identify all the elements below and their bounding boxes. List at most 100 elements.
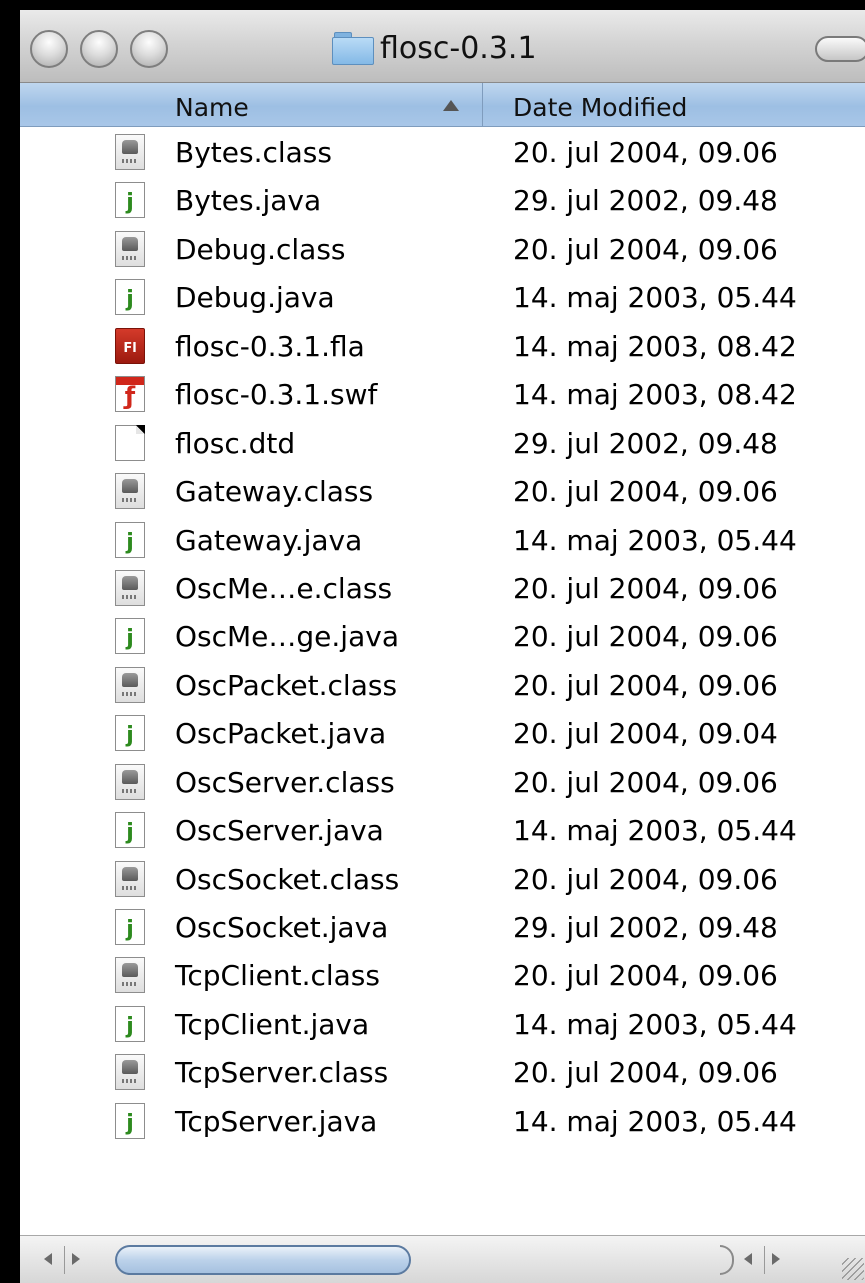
name-column-header[interactable]: Name [175, 93, 249, 122]
file-name[interactable]: TcpClient.class [175, 959, 380, 992]
file-name[interactable]: OscPacket.class [175, 669, 397, 702]
window-title: flosc-0.3.1 [380, 30, 537, 66]
file-name[interactable]: OscPacket.java [175, 717, 386, 750]
file-name[interactable]: OscMe…e.class [175, 572, 392, 605]
java-file-icon: j [115, 279, 145, 316]
file-row[interactable]: Debug.class 20. jul 2004, 09.06 [20, 225, 865, 273]
date-modified-column-header[interactable]: Date Modified [513, 93, 687, 122]
file-row[interactable]: j Gateway.java 14. maj 2003, 05.44 [20, 516, 865, 564]
file-date-modified: 20. jul 2004, 09.06 [513, 668, 778, 702]
class-file-icon [115, 666, 145, 703]
file-name[interactable]: flosc-0.3.1.fla [175, 330, 365, 363]
file-name[interactable]: OscSocket.class [175, 863, 399, 896]
class-file-icon [115, 1054, 145, 1091]
java-file-icon: j [115, 521, 145, 558]
class-file-icon [115, 473, 145, 510]
file-row[interactable]: flosc.dtd 29. jul 2002, 09.48 [20, 419, 865, 467]
file-name[interactable]: TcpClient.java [175, 1008, 369, 1041]
flash-fla-icon: Fl [115, 327, 145, 364]
file-name[interactable]: Bytes.java [175, 184, 321, 217]
file-date-modified: 20. jul 2004, 09.06 [513, 232, 778, 266]
file-row[interactable]: OscServer.class 20. jul 2004, 09.06 [20, 758, 865, 806]
file-name[interactable]: TcpServer.class [175, 1056, 388, 1089]
column-divider[interactable] [482, 83, 483, 126]
file-name[interactable]: OscServer.class [175, 766, 395, 799]
file-row[interactable]: j OscPacket.java 20. jul 2004, 09.04 [20, 709, 865, 757]
file-name[interactable]: OscServer.java [175, 814, 384, 847]
file-date-modified: 29. jul 2002, 09.48 [513, 184, 778, 218]
file-row[interactable]: j Bytes.java 29. jul 2002, 09.48 [20, 176, 865, 224]
file-row[interactable]: j OscMe…ge.java 20. jul 2004, 09.06 [20, 612, 865, 660]
class-file-icon [115, 860, 145, 897]
file-date-modified: 20. jul 2004, 09.04 [513, 717, 778, 751]
file-date-modified: 20. jul 2004, 09.06 [513, 765, 778, 799]
java-file-icon: j [115, 715, 145, 752]
zoom-button[interactable] [130, 30, 168, 68]
file-name[interactable]: flosc-0.3.1.swf [175, 378, 377, 411]
scroll-right-arrow-icon[interactable] [772, 1253, 780, 1265]
scroll-arrow-divider [64, 1246, 65, 1274]
file-name[interactable]: TcpServer.java [175, 1105, 377, 1138]
file-row[interactable]: OscMe…e.class 20. jul 2004, 09.06 [20, 564, 865, 612]
file-name[interactable]: OscSocket.java [175, 911, 388, 944]
class-file-icon [115, 763, 145, 800]
java-file-icon: j [115, 1102, 145, 1139]
file-name[interactable]: Debug.java [175, 281, 335, 314]
close-button[interactable] [30, 30, 68, 68]
file-name[interactable]: Gateway.java [175, 524, 362, 557]
file-row[interactable]: TcpServer.class 20. jul 2004, 09.06 [20, 1048, 865, 1096]
finder-window: flosc-0.3.1 Name Date Modified Bytes.cla… [20, 10, 865, 1283]
file-row[interactable]: j Debug.java 14. maj 2003, 05.44 [20, 273, 865, 321]
file-list: Bytes.class 20. jul 2004, 09.06 j Bytes.jav… [20, 128, 865, 1145]
class-file-icon [115, 134, 145, 170]
document-icon [115, 424, 145, 461]
java-file-icon: j [115, 1005, 145, 1042]
file-date-modified: 14. maj 2003, 08.42 [513, 378, 797, 412]
file-date-modified: 14. maj 2003, 05.44 [513, 1007, 797, 1041]
file-date-modified: 20. jul 2004, 09.06 [513, 1056, 778, 1090]
file-row[interactable]: j TcpClient.java 14. maj 2003, 05.44 [20, 1000, 865, 1048]
title-bar[interactable]: flosc-0.3.1 [20, 10, 865, 83]
file-date-modified: 29. jul 2002, 09.48 [513, 911, 778, 944]
file-date-modified: 14. maj 2003, 08.42 [513, 329, 797, 363]
file-name[interactable]: Bytes.class [175, 136, 332, 169]
java-file-icon: j [115, 182, 145, 219]
toolbar-toggle-button[interactable] [815, 36, 865, 62]
file-row[interactable]: TcpClient.class 20. jul 2004, 09.06 [20, 951, 865, 999]
folder-icon [332, 32, 374, 65]
scroll-track-end [720, 1245, 734, 1275]
file-date-modified: 29. jul 2002, 09.48 [513, 426, 778, 460]
file-date-modified: 20. jul 2004, 09.06 [513, 620, 778, 654]
file-date-modified: 14. maj 2003, 05.44 [513, 814, 797, 848]
resize-grip-icon[interactable] [842, 1258, 864, 1280]
file-row[interactable]: Gateway.class 20. jul 2004, 09.06 [20, 467, 865, 515]
file-date-modified: 20. jul 2004, 09.06 [513, 862, 778, 896]
class-file-icon [115, 957, 145, 994]
file-name[interactable]: OscMe…ge.java [175, 620, 399, 653]
java-file-icon: j [115, 618, 145, 655]
file-row[interactable]: j TcpServer.java 14. maj 2003, 05.44 [20, 1097, 865, 1145]
file-row[interactable]: ƒ flosc-0.3.1.swf 14. maj 2003, 08.42 [20, 370, 865, 418]
file-row[interactable]: j OscSocket.java 29. jul 2002, 09.48 [20, 903, 865, 951]
scroll-right-arrow-icon[interactable] [72, 1253, 80, 1265]
class-file-icon [115, 230, 145, 267]
file-row[interactable]: Fl flosc-0.3.1.fla 14. maj 2003, 08.42 [20, 322, 865, 370]
file-date-modified: 14. maj 2003, 05.44 [513, 523, 797, 557]
file-row[interactable]: OscPacket.class 20. jul 2004, 09.06 [20, 661, 865, 709]
file-date-modified: 20. jul 2004, 09.06 [513, 136, 778, 169]
file-row[interactable]: j OscServer.java 14. maj 2003, 05.44 [20, 806, 865, 854]
file-name[interactable]: Gateway.class [175, 475, 373, 508]
file-row[interactable]: Bytes.class 20. jul 2004, 09.06 [20, 128, 865, 176]
window-title-area: flosc-0.3.1 [332, 28, 537, 68]
scroll-thumb[interactable] [115, 1245, 411, 1275]
file-name[interactable]: flosc.dtd [175, 427, 295, 460]
class-file-icon [115, 569, 145, 606]
file-date-modified: 20. jul 2004, 09.06 [513, 571, 778, 605]
scroll-left-arrow-icon[interactable] [44, 1253, 52, 1265]
horizontal-scrollbar[interactable] [20, 1235, 865, 1283]
scroll-left-arrow-icon[interactable] [744, 1253, 752, 1265]
file-name[interactable]: Debug.class [175, 233, 346, 266]
flash-swf-icon: ƒ [115, 376, 145, 413]
file-row[interactable]: OscSocket.class 20. jul 2004, 09.06 [20, 855, 865, 903]
minimize-button[interactable] [80, 30, 118, 68]
